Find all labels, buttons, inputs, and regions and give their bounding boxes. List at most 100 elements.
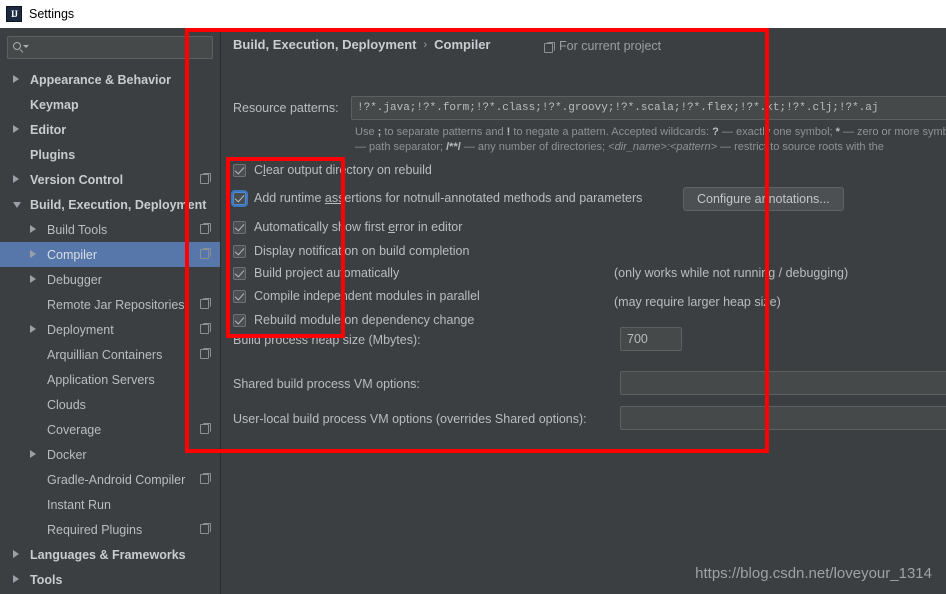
chevron-right-icon[interactable] — [13, 575, 19, 583]
checkbox-box[interactable] — [233, 289, 246, 303]
sidebar-item-clouds[interactable]: Clouds — [0, 392, 220, 417]
sidebar-item-label: Plugins — [30, 147, 76, 162]
checkbox-box[interactable] — [233, 220, 246, 234]
shared-vm-options-input[interactable] — [620, 371, 946, 395]
user-local-vm-options-label: User-local build process VM options (ove… — [233, 412, 587, 426]
copy-settings-icon[interactable] — [200, 422, 211, 434]
checkbox-build-project-automatically[interactable]: Build project automatically — [233, 266, 399, 280]
search-input[interactable] — [28, 38, 212, 57]
checkbox-compile-independent-modules-in[interactable]: Compile independent modules in parallel — [233, 289, 480, 303]
chevron-right-icon[interactable] — [30, 450, 36, 458]
checkbox-label: Add runtime assertions for notnull-annot… — [254, 191, 642, 205]
sidebar-item-coverage[interactable]: Coverage — [0, 417, 220, 442]
sidebar-item-gradle-android-compiler[interactable]: Gradle-Android Compiler — [0, 467, 220, 492]
settings-tree: Appearance & Behavior Keymap Editor Plugins… — [0, 65, 220, 592]
sidebar-item-label: Editor — [30, 122, 67, 137]
sidebar-item-label: Arquillian Containers — [47, 347, 163, 362]
checkbox-label: Rebuild module on dependency change — [254, 313, 474, 327]
shared-vm-options-label: Shared build process VM options: — [233, 377, 420, 391]
search-icon — [13, 41, 29, 54]
copy-settings-icon[interactable] — [200, 247, 211, 259]
chevron-right-icon[interactable] — [30, 325, 36, 333]
checkbox-box[interactable] — [233, 266, 246, 280]
heap-size-label: Build process heap size (Mbytes): — [233, 333, 421, 347]
sidebar-item-label: Compiler — [47, 247, 98, 262]
sidebar-item-instant-run[interactable]: Instant Run — [0, 492, 220, 517]
breadcrumb-root[interactable]: Build, Execution, Deployment — [233, 37, 416, 52]
sidebar-search-wrap — [0, 28, 220, 65]
chevron-right-icon[interactable] — [30, 275, 36, 283]
sidebar-item-label: Deployment — [47, 322, 114, 337]
hint-text: Use — [355, 126, 378, 138]
copy-settings-icon[interactable] — [200, 522, 211, 534]
breadcrumb-leaf: Compiler — [434, 37, 491, 52]
hint-dirname-pattern: <dir_name>:<pattern> — [608, 141, 717, 153]
user-local-vm-options-input[interactable] — [620, 406, 946, 430]
sidebar-item-plugins[interactable]: Plugins — [0, 142, 220, 167]
chevron-right-icon[interactable] — [30, 225, 36, 233]
chevron-right-icon[interactable] — [30, 250, 36, 258]
sidebar-item-compiler[interactable]: Compiler — [0, 242, 220, 267]
checkbox-add-runtime-assertions-for[interactable]: Add runtime assertions for notnull-annot… — [231, 189, 642, 207]
sidebar-item-debugger[interactable]: Debugger — [0, 267, 220, 292]
checkbox-box[interactable] — [233, 244, 246, 258]
copy-settings-icon[interactable] — [200, 222, 211, 234]
checkbox-display-notification-on-build[interactable]: Display notification on build completion — [233, 244, 469, 258]
settings-dialog: IJ Settings Appearance & Behavior Keymap E… — [0, 0, 946, 594]
check-icon — [234, 163, 245, 175]
configure-annotations-button[interactable]: Configure annotations... — [683, 187, 844, 211]
sidebar-item-arquillian-containers[interactable]: Arquillian Containers — [0, 342, 220, 367]
chevron-right-icon[interactable] — [13, 550, 19, 558]
chevron-right-icon[interactable] — [13, 175, 19, 183]
sidebar-item-label: Languages & Frameworks — [30, 547, 186, 562]
check-icon — [234, 244, 245, 256]
resource-patterns-label: Resource patterns: — [233, 101, 339, 115]
dialog-body: Appearance & Behavior Keymap Editor Plugins… — [0, 28, 946, 594]
checkbox-label-part: ear output directory on rebuild — [265, 163, 432, 177]
checkbox-box[interactable] — [233, 163, 246, 177]
sidebar-item-editor[interactable]: Editor — [0, 117, 220, 142]
sidebar-item-required-plugins[interactable]: Required Plugins — [0, 517, 220, 542]
sidebar-item-application-servers[interactable]: Application Servers — [0, 367, 220, 392]
chevron-right-icon[interactable] — [13, 125, 19, 133]
checkbox-clear-output-directory-on[interactable]: Clear output directory on rebuild — [233, 163, 432, 177]
search-box[interactable] — [7, 36, 213, 59]
copy-settings-icon[interactable] — [200, 472, 211, 484]
checkbox-box[interactable] — [233, 313, 246, 327]
sidebar-item-appearance-behavior[interactable]: Appearance & Behavior — [0, 67, 220, 92]
sidebar-item-label: Gradle-Android Compiler — [47, 472, 186, 487]
sidebar-item-label: Tools — [30, 572, 63, 587]
sidebar-item-docker[interactable]: Docker — [0, 442, 220, 467]
copy-settings-icon[interactable] — [200, 322, 211, 334]
sidebar-item-languages-frameworks[interactable]: Languages & Frameworks — [0, 542, 220, 567]
note-parallel-compile: (may require larger heap size) — [614, 295, 781, 309]
copy-settings-icon[interactable] — [200, 347, 211, 359]
copy-settings-icon[interactable] — [200, 172, 211, 184]
sidebar-item-label: Build, Execution, Deployment — [30, 197, 207, 212]
resource-patterns-input[interactable]: !?*.java;!?*.form;!?*.class;!?*.groovy;!… — [351, 96, 946, 120]
checkbox-box[interactable] — [231, 189, 248, 207]
hint-text: to separate patterns and — [381, 126, 507, 138]
sidebar-item-keymap[interactable]: Keymap — [0, 92, 220, 117]
heap-size-input[interactable]: 700 — [620, 327, 682, 351]
chevron-down-icon[interactable] — [13, 202, 21, 208]
checkbox-label-part: Build project automatically — [254, 266, 400, 280]
copy-settings-icon — [544, 41, 555, 53]
checkbox-automatically-show-first-error[interactable]: Automatically show first error in editor — [233, 220, 462, 234]
chevron-right-icon[interactable] — [13, 75, 19, 83]
sidebar-item-deployment[interactable]: Deployment — [0, 317, 220, 342]
settings-content-pane: Build, Execution, Deployment › Compiler … — [222, 28, 946, 594]
sidebar-item-version-control[interactable]: Version Control — [0, 167, 220, 192]
sidebar-item-tools[interactable]: Tools — [0, 567, 220, 592]
checkbox-rebuild-module-on-dependency[interactable]: Rebuild module on dependency change — [233, 313, 474, 327]
project-scope-indicator[interactable]: For current project — [544, 39, 661, 53]
sidebar-item-label: Debugger — [47, 272, 102, 287]
note-build-automatically: (only works while not running / debuggin… — [614, 266, 849, 280]
copy-settings-icon[interactable] — [200, 297, 211, 309]
sidebar-item-remote-jar-repositories[interactable]: Remote Jar Repositories — [0, 292, 220, 317]
sidebar-item-build-execution-deployment[interactable]: Build, Execution, Deployment — [0, 192, 220, 217]
sidebar-item-build-tools[interactable]: Build Tools — [0, 217, 220, 242]
check-icon — [234, 191, 245, 203]
checkbox-label-part: Add runtime — [254, 191, 325, 205]
checkbox-label-mnemonic: e — [388, 220, 396, 234]
